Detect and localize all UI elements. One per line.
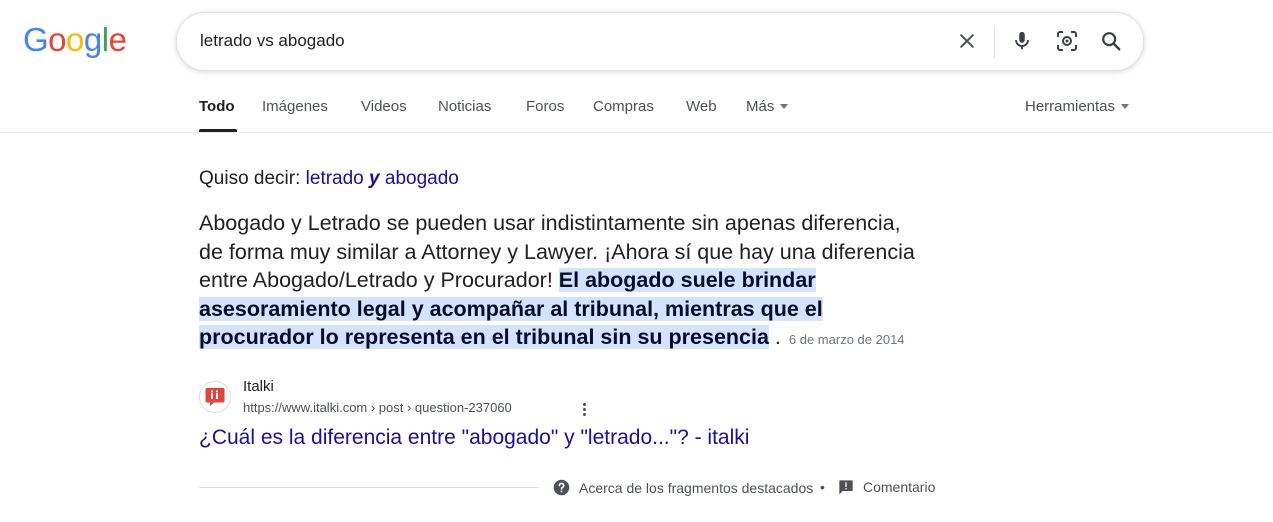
did-you-mean-link[interactable]: letrado y abogado	[306, 168, 459, 189]
help-icon	[553, 479, 570, 496]
footer-divider	[199, 487, 538, 488]
more-options-icon[interactable]	[576, 400, 592, 418]
tabs-divider	[0, 132, 1273, 133]
tab-mas[interactable]: Más	[746, 98, 789, 115]
about-snippets-link[interactable]: Acerca de los fragmentos destacados	[553, 479, 813, 496]
logo-letter: G	[23, 21, 49, 58]
chevron-down-icon	[1121, 104, 1130, 109]
logo-letter: o	[48, 21, 67, 58]
tools-label: Herramientas	[1025, 98, 1116, 115]
tab-web[interactable]: Web	[686, 98, 717, 115]
tab-compras[interactable]: Compras	[593, 98, 654, 115]
footer-separator: •	[820, 479, 825, 495]
featured-snippet: Abogado y Letrado se pueden usar indisti…	[199, 209, 924, 355]
about-snippets-label: Acerca de los fragmentos destacados	[579, 479, 814, 496]
logo-letter: g	[83, 21, 102, 58]
logo-letter: o	[66, 21, 84, 58]
logo-letter: l	[101, 21, 109, 58]
tab-noticias[interactable]: Noticias	[438, 98, 491, 115]
tab-imagenes[interactable]: Imágenes	[262, 98, 328, 115]
did-you-mean-emph: y	[369, 168, 380, 189]
tab-mas-label: Más	[746, 98, 775, 115]
mic-icon[interactable]	[1009, 28, 1035, 54]
did-you-mean: Quiso decir: letrado y abogado	[199, 168, 459, 190]
snippet-period: .	[774, 325, 781, 349]
did-you-mean-prefix: Quiso decir:	[199, 168, 301, 189]
search-box	[176, 12, 1144, 71]
result-title-link[interactable]: ¿Cuál es la diferencia entre "abogado" y…	[199, 426, 749, 450]
tab-foros[interactable]: Foros	[526, 98, 564, 115]
tools-button[interactable]: Herramientas	[1025, 98, 1130, 115]
close-icon[interactable]	[954, 28, 980, 54]
search-icon[interactable]	[1098, 28, 1124, 54]
tab-videos[interactable]: Videos	[361, 98, 407, 115]
lens-icon[interactable]	[1054, 28, 1080, 54]
did-you-mean-part1: letrado	[305, 168, 364, 189]
italki-icon[interactable]	[199, 381, 231, 413]
search-divider	[994, 26, 995, 58]
source-url: https://www.italki.com › post › question…	[243, 400, 512, 415]
tab-todo[interactable]: Todo	[199, 98, 235, 115]
feedback-label: Comentario	[863, 479, 936, 495]
snippet-date: 6 de marzo de 2014	[788, 332, 905, 347]
did-you-mean-part2: abogado	[384, 168, 459, 189]
google-logo[interactable]: Google	[23, 21, 127, 61]
source-site-name: Italki	[243, 378, 274, 395]
feedback-link[interactable]: Comentario	[838, 479, 935, 495]
logo-letter: e	[108, 21, 127, 58]
feedback-icon	[839, 480, 853, 495]
chevron-down-icon	[780, 104, 789, 109]
search-input[interactable]	[200, 28, 920, 54]
